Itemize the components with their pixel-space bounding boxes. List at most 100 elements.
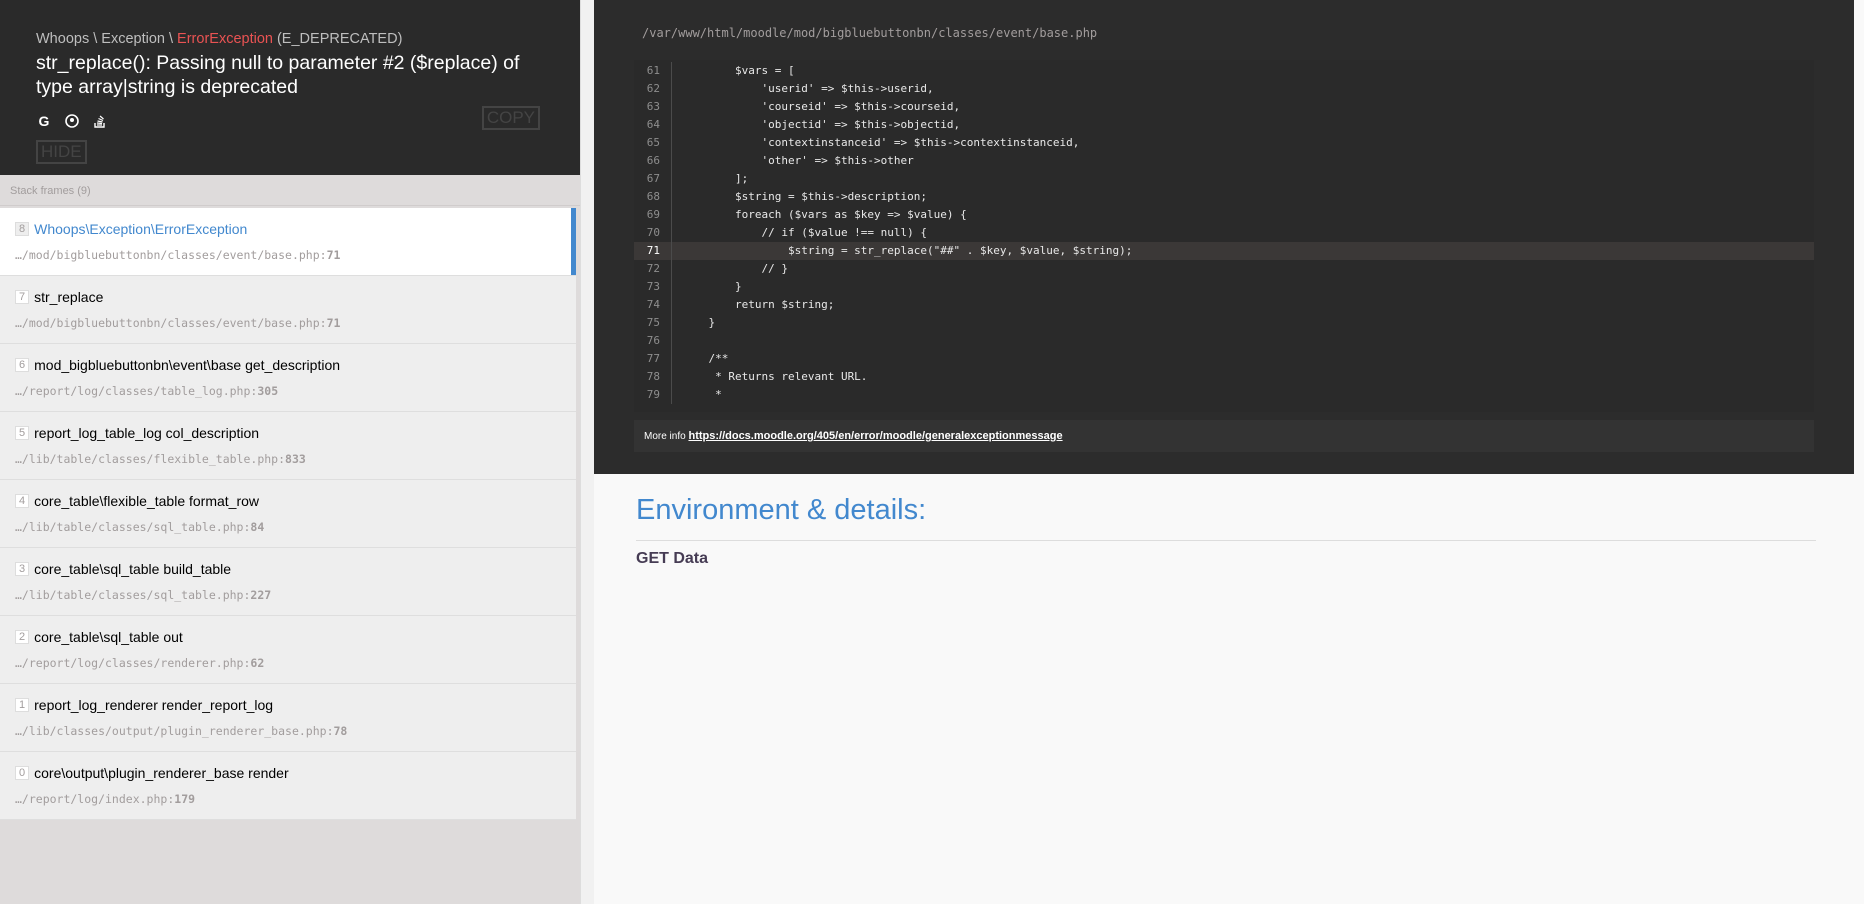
exception-message: str_replace(): Passing null to parameter… [36,52,520,98]
code-line: 63 'courseid' => $this->courseid, [634,98,1814,116]
frame-item[interactable]: 1 report_log_renderer render_report_log …… [0,684,576,752]
google-icon[interactable]: G [36,113,52,129]
code-line: 78 * Returns relevant URL. [634,368,1814,386]
line-number: 75 [646,316,660,329]
hide-button[interactable]: HIDE [36,140,87,164]
code-text: foreach ($vars as $key => $value) { [682,208,967,221]
code-text: // if ($value !== null) { [682,226,928,239]
panel-scrollbar[interactable] [580,0,594,904]
frame-file: …/lib/table/classes/flexible_table.php:8… [15,452,306,466]
line-number: 67 [646,172,660,185]
code-text: 'other' => $this->other [682,154,914,167]
frame-index: 6 [15,357,30,372]
code-text: * [682,388,722,401]
copy-button[interactable]: COPY [481,106,540,130]
line-number: 61 [646,64,660,77]
code-text: return $string; [682,298,835,311]
frame-item[interactable]: 5 report_log_table_log col_description …/… [0,412,576,480]
code-text: /** [682,352,729,365]
code-text: // } [682,262,788,275]
code-text: 'objectid' => $this->objectid, [682,118,961,131]
exception-type: ErrorException [177,31,273,47]
code-line: 74 return $string; [634,296,1814,314]
gutter-rule [671,350,672,368]
frame-item[interactable]: 0 core\output\plugin_renderer_base render… [0,752,576,820]
code-line: 73 } [634,278,1814,296]
frame-file: …/report/log/index.php:179 [15,792,196,806]
get-data-label: GET Data [636,550,709,567]
frames-list: 8 Whoops\Exception\ErrorException …/mod/b… [0,208,576,820]
gutter-rule [671,188,672,206]
more-info-label: More info [644,431,689,442]
exception-header: Whoops \ Exception \ ErrorException (E_D… [0,0,580,175]
code-line: 77 /** [634,350,1814,368]
search-links: G [36,113,544,129]
duckduckgo-icon[interactable] [64,113,80,129]
frame-item[interactable]: 3 core_table\sql_table build_table …/lib/… [0,548,576,616]
line-number: 73 [646,280,660,293]
code-line: 62 'userid' => $this->userid, [634,80,1814,98]
code-line: 72 // } [634,260,1814,278]
line-number: 71 [646,244,660,257]
divider [636,540,1816,541]
gutter-rule [671,332,672,350]
frame-item[interactable]: 2 core_table\sql_table out …/report/log/c… [0,616,576,684]
code-text: 'courseid' => $this->courseid, [682,100,961,113]
code-text: $string = $this->description; [682,190,928,203]
frame-item[interactable]: 7 str_replace …/mod/bigbluebuttonbn/class… [0,276,576,344]
frame-index: 1 [15,697,30,712]
code-text: $string = str_replace("##" . $key, $valu… [682,244,1133,257]
code-line: 67 ]; [634,170,1814,188]
code-line: 61 $vars = [ [634,62,1814,80]
line-number: 76 [646,334,660,347]
gutter-rule [671,98,672,116]
frame-index: 7 [15,289,30,304]
code-panel: /var/www/html/moodle/mod/bigbluebuttonbn… [594,0,1854,474]
code-line: 79 * [634,386,1814,404]
line-number: 74 [646,298,660,311]
line-number: 62 [646,82,660,95]
line-number: 70 [646,226,660,239]
frame-index: 5 [15,425,30,440]
code-text: 'contextinstanceid' => $this->contextins… [682,136,1080,149]
line-number: 69 [646,208,660,221]
gutter-rule [671,62,672,80]
code-text: ]; [682,172,749,185]
exception-breadcrumb: Whoops \ Exception \ [36,31,178,47]
stackoverflow-icon[interactable] [92,113,108,129]
gutter-rule [671,368,672,386]
gutter-rule [671,224,672,242]
code-block: 61 $vars = [62 'userid' => $this->userid… [634,60,1814,412]
code-line: 70 // if ($value !== null) { [634,224,1814,242]
frame-file: …/report/log/classes/renderer.php:62 [15,656,265,670]
frame-index: 8 [15,221,30,236]
frame-index: 3 [15,561,30,576]
frame-item[interactable]: 8 Whoops\Exception\ErrorException …/mod/b… [0,208,576,276]
stack-panel: Whoops \ Exception \ ErrorException (E_D… [0,0,580,904]
gutter-rule [671,80,672,98]
frame-file: …/mod/bigbluebuttonbn/classes/event/base… [15,316,341,330]
gutter-rule [671,314,672,332]
gutter-rule [671,296,672,314]
more-info-bar: More info https://docs.moodle.org/405/en… [634,420,1814,452]
frame-index: 4 [15,493,30,508]
exception-code: (E_DEPRECATED) [272,31,403,47]
frame-item[interactable]: 6 mod_bigbluebuttonbn\event\base get_desc… [0,344,576,412]
code-text: 'userid' => $this->userid, [682,82,934,95]
code-line: 71 $string = str_replace("##" . $key, $v… [634,242,1814,260]
code-file-path[interactable]: /var/www/html/moodle/mod/bigbluebuttonbn… [642,26,1097,40]
frame-class: core_table\sql_table build_table [34,560,232,577]
line-number: 72 [646,262,660,275]
code-line: 75 } [634,314,1814,332]
more-info-link[interactable]: https://docs.moodle.org/405/en/error/moo… [688,430,1062,442]
line-number: 79 [646,388,660,401]
frame-class: core_table\sql_table out [34,628,183,645]
gutter-rule [671,134,672,152]
gutter-rule [671,152,672,170]
gutter-rule [671,116,672,134]
line-number: 78 [646,370,660,383]
frame-item[interactable]: 4 core_table\flexible_table format_row …/… [0,480,576,548]
code-line: 68 $string = $this->description; [634,188,1814,206]
code-text: } [682,280,742,293]
frame-class: report_log_table_log col_description [34,424,260,441]
